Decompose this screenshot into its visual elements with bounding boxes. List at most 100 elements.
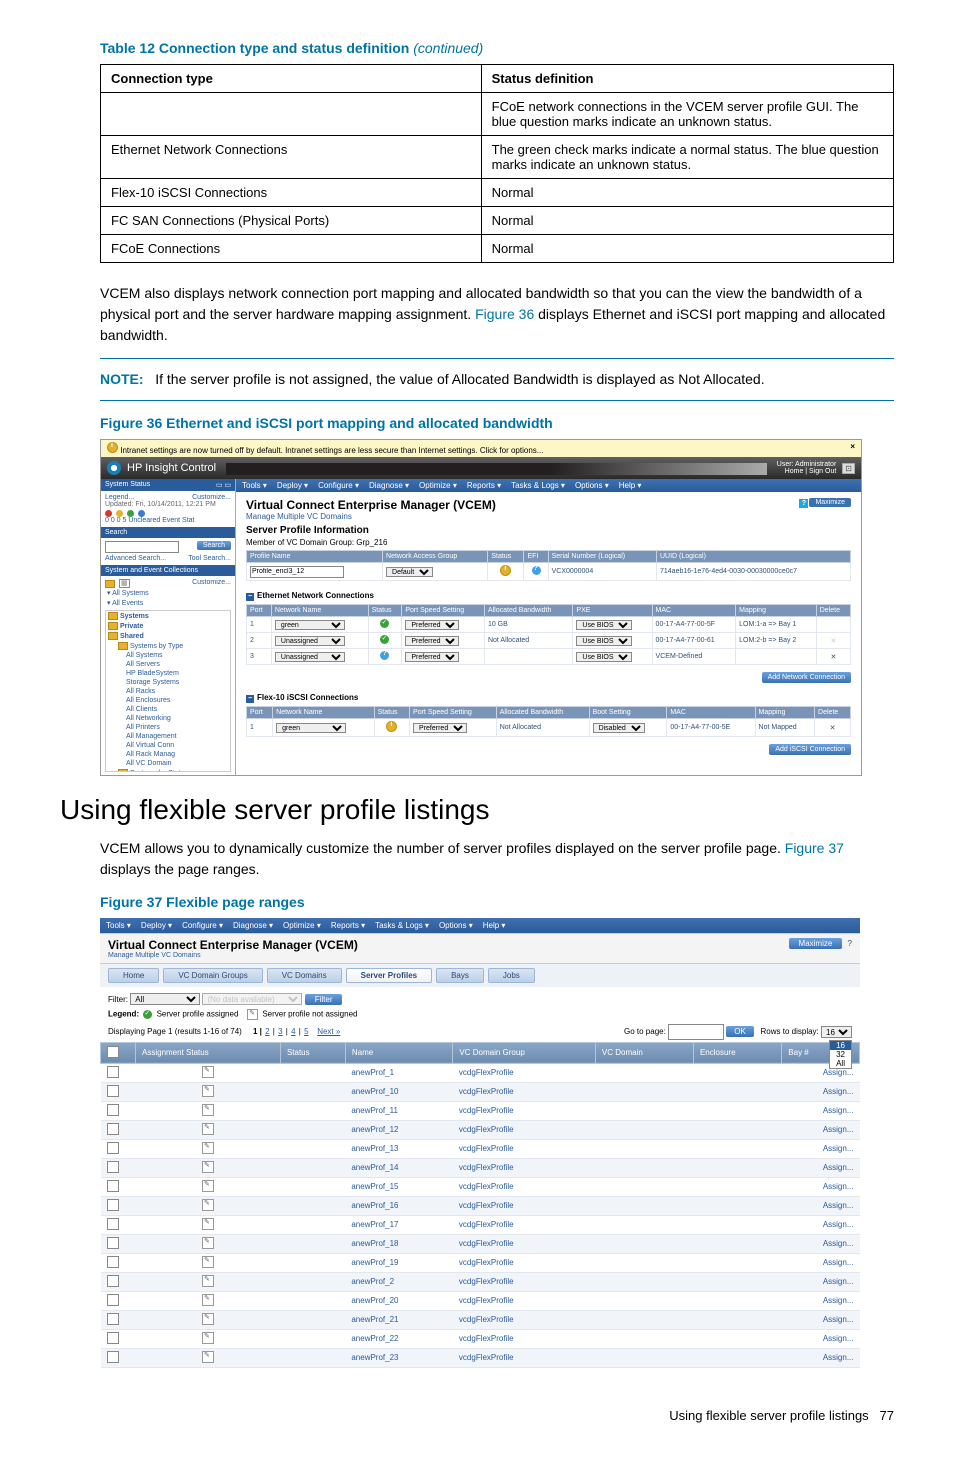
profile-name-link[interactable]: anewProf_19: [345, 1253, 453, 1272]
tree-item[interactable]: All Rack Manag: [108, 750, 230, 759]
profile-name-link[interactable]: anewProf_14: [345, 1158, 453, 1177]
net-select[interactable]: Unassigned: [275, 652, 345, 662]
speed-select[interactable]: Preferred: [405, 620, 459, 630]
assign-link[interactable]: Assign...: [782, 1120, 860, 1139]
panel-controls-icon[interactable]: ▭ ▭: [216, 481, 231, 489]
th[interactable]: Assignment Status: [136, 1042, 281, 1063]
menu-help[interactable]: Help ▾: [619, 481, 642, 490]
row-checkbox[interactable]: [107, 1351, 119, 1363]
goto-page-input[interactable]: [668, 1024, 724, 1040]
row-checkbox[interactable]: [107, 1085, 119, 1097]
assign-link[interactable]: Assign...: [782, 1139, 860, 1158]
th[interactable]: Enclosure: [693, 1042, 781, 1063]
maximize-button[interactable]: Maximize: [809, 498, 851, 507]
net-select[interactable]: Unassigned: [275, 636, 345, 646]
boot-select[interactable]: Disabled: [593, 723, 645, 733]
row-checkbox[interactable]: [107, 1180, 119, 1192]
tree-item[interactable]: All Networking: [108, 714, 230, 723]
assign-link[interactable]: Assign...: [782, 1082, 860, 1101]
tab-bays[interactable]: Bays: [436, 968, 484, 983]
assign-link[interactable]: Assign...: [782, 1196, 860, 1215]
tree-all-systems[interactable]: ▾ All Systems: [105, 588, 231, 598]
advanced-search-link[interactable]: Advanced Search...: [105, 555, 166, 562]
page-next[interactable]: Next »: [317, 1027, 340, 1036]
profile-name-link[interactable]: anewProf_18: [345, 1234, 453, 1253]
filter-select-2[interactable]: (No data available): [202, 993, 302, 1005]
menu-tools[interactable]: Tools ▾: [242, 481, 267, 490]
tree-item[interactable]: All Servers: [108, 660, 230, 669]
tool-search-link[interactable]: Tool Search...: [188, 555, 231, 562]
close-icon[interactable]: ×: [850, 442, 855, 455]
help-icon[interactable]: ?: [798, 498, 809, 509]
menu-tasks[interactable]: Tasks & Logs ▾: [375, 921, 429, 930]
group-link[interactable]: vcdgFlexProfile: [453, 1253, 596, 1272]
search-button[interactable]: Search: [197, 541, 231, 550]
group-link[interactable]: vcdgFlexProfile: [453, 1101, 596, 1120]
tab-home[interactable]: Home: [108, 968, 159, 983]
row-checkbox[interactable]: [107, 1275, 119, 1287]
customize-link[interactable]: Customize...: [192, 494, 231, 501]
profile-name-link[interactable]: anewProf_12: [345, 1120, 453, 1139]
menu-deploy[interactable]: Deploy ▾: [141, 921, 172, 930]
group-link[interactable]: vcdgFlexProfile: [453, 1063, 596, 1082]
group-link[interactable]: vcdgFlexProfile: [453, 1329, 596, 1348]
link-figure37[interactable]: Figure 37: [785, 840, 844, 856]
page-link[interactable]: 2: [265, 1027, 269, 1036]
tree-item[interactable]: Storage Systems: [108, 678, 230, 687]
group-link[interactable]: vcdgFlexProfile: [453, 1291, 596, 1310]
row-checkbox[interactable]: [107, 1104, 119, 1116]
menu-reports[interactable]: Reports ▾: [331, 921, 365, 930]
tree-item[interactable]: All Enclosures: [108, 696, 230, 705]
rows-option[interactable]: 16: [830, 1041, 851, 1050]
profile-name-link[interactable]: anewProf_20: [345, 1291, 453, 1310]
maximize-icon[interactable]: ⊡: [842, 463, 855, 474]
tree-item[interactable]: All Management: [108, 732, 230, 741]
tab-vc-domains[interactable]: VC Domains: [267, 968, 342, 983]
profile-name-link[interactable]: anewProf_10: [345, 1082, 453, 1101]
group-link[interactable]: vcdgFlexProfile: [453, 1177, 596, 1196]
menu-options[interactable]: Options ▾: [575, 481, 609, 490]
assign-link[interactable]: Assign...: [782, 1177, 860, 1196]
row-checkbox[interactable]: [107, 1313, 119, 1325]
profile-name-link[interactable]: anewProf_2: [345, 1272, 453, 1291]
link-figure36[interactable]: Figure 36: [475, 306, 534, 322]
tree-shared[interactable]: Shared: [108, 631, 230, 641]
assign-link[interactable]: Assign...: [782, 1272, 860, 1291]
tree-item[interactable]: All Virtual Conn: [108, 741, 230, 750]
profile-name-link[interactable]: anewProf_21: [345, 1310, 453, 1329]
tree-by-status[interactable]: Systems by Status: [108, 768, 230, 772]
subtitle-link[interactable]: Manage Multiple VC Domains: [246, 512, 851, 521]
row-checkbox[interactable]: [107, 1142, 119, 1154]
th[interactable]: VC Domain Group: [453, 1042, 596, 1063]
row-checkbox[interactable]: [107, 1332, 119, 1344]
profile-name-link[interactable]: anewProf_22: [345, 1329, 453, 1348]
menu-configure[interactable]: Configure ▾: [318, 481, 359, 490]
group-link[interactable]: vcdgFlexProfile: [453, 1120, 596, 1139]
tree-systems[interactable]: Systems: [108, 611, 230, 621]
menu-reports[interactable]: Reports ▾: [467, 481, 501, 490]
tab-vc-domain-groups[interactable]: VC Domain Groups: [163, 968, 262, 983]
nag-select[interactable]: Default: [386, 567, 433, 577]
profile-name-input[interactable]: [250, 566, 344, 578]
rows-option[interactable]: 32: [830, 1050, 851, 1059]
tree-item[interactable]: All VC Domain: [108, 759, 230, 768]
tab-jobs[interactable]: Jobs: [488, 968, 535, 983]
customize-link-2[interactable]: Customize...: [192, 579, 231, 586]
collapse-icon[interactable]: [246, 695, 254, 703]
speed-select[interactable]: Preferred: [413, 723, 467, 733]
assign-link[interactable]: Assign...: [782, 1329, 860, 1348]
profile-name-link[interactable]: anewProf_15: [345, 1177, 453, 1196]
profile-name-link[interactable]: anewProf_11: [345, 1101, 453, 1120]
page-link[interactable]: 5: [304, 1027, 308, 1036]
group-link[interactable]: vcdgFlexProfile: [453, 1348, 596, 1367]
group-link[interactable]: vcdgFlexProfile: [453, 1272, 596, 1291]
row-checkbox[interactable]: [107, 1066, 119, 1078]
row-checkbox[interactable]: [107, 1123, 119, 1135]
group-link[interactable]: vcdgFlexProfile: [453, 1196, 596, 1215]
pxe-select[interactable]: Use BIOS: [576, 636, 632, 646]
assign-link[interactable]: Assign...: [782, 1253, 860, 1272]
tree-private[interactable]: Private: [108, 621, 230, 631]
group-link[interactable]: vcdgFlexProfile: [453, 1082, 596, 1101]
add-iscsi-button[interactable]: Add iSCSI Connection: [769, 744, 851, 755]
rows-option[interactable]: All: [830, 1059, 851, 1068]
